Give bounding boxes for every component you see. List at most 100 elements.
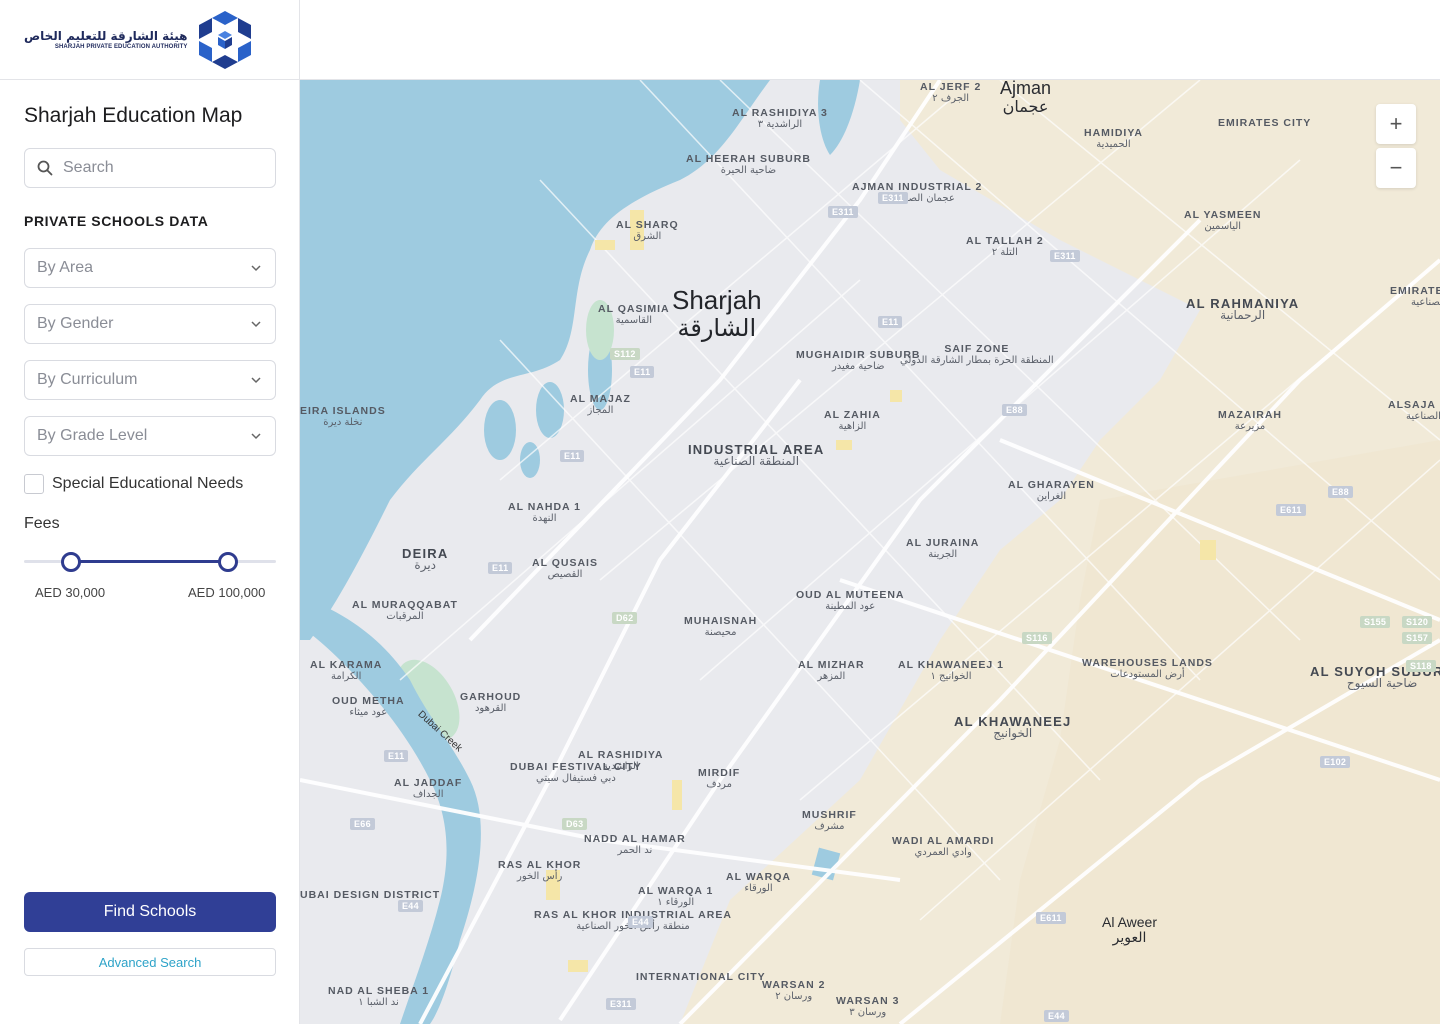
map-place-label: AL KHAWANEEJ 1 الخوانيج ١ (898, 660, 1004, 683)
place-name-ar: الشرق (633, 231, 662, 242)
gender-dropdown-label: By Gender (37, 315, 114, 332)
search-box[interactable] (24, 148, 276, 188)
place-name-ar: العوير (1112, 930, 1147, 946)
map-view[interactable]: + − Ajman عجمان AL JERF 2 الجرف ٢ AL RASHIDI… (300, 80, 1440, 1024)
map-place-label: INDUSTRIAL AREA المنطقة الصناعية (688, 443, 824, 467)
place-name-en: NAD AL SHEBA 1 (328, 985, 430, 997)
place-name-en: AL SHARQ (616, 219, 679, 231)
chevron-down-icon (251, 433, 261, 440)
place-name-en: MIRDIF (698, 767, 741, 779)
search-input[interactable] (63, 159, 253, 177)
place-name-ar: المزهر (817, 671, 846, 682)
map-place-label: AL JURAINA الجرينة (906, 538, 979, 561)
road-shield: D63 (562, 818, 588, 830)
slider-max-handle[interactable] (218, 552, 238, 572)
road-shield: D62 (612, 612, 638, 624)
place-name-en: AL YASMEEN (1184, 209, 1262, 221)
grade-level-dropdown-label: By Grade Level (37, 427, 148, 444)
place-name-en: AL MAJAZ (570, 393, 631, 405)
place-name-ar: محيصنة (704, 627, 737, 638)
place-name-ar: أرض المستودعات (1110, 669, 1185, 680)
zoom-in-button[interactable]: + (1376, 104, 1416, 144)
place-name-en: MAZAIRAH (1218, 409, 1282, 421)
map-place-label: AL GHARAYEN الغراين (1008, 480, 1095, 503)
map-place-label: AL MURAQQABAT المرقبات (352, 600, 458, 623)
road-shield: S116 (1022, 632, 1052, 644)
fees-range-slider[interactable] (24, 552, 276, 572)
find-schools-button[interactable]: Find Schools (24, 892, 276, 932)
place-name-ar: الغراين (1036, 491, 1067, 502)
place-name-en: AL JURAINA (906, 537, 980, 549)
road-shield: E88 (1002, 404, 1027, 416)
map-place-label: NAD AL SHEBA 1 ند الشبا ١ (328, 986, 429, 1009)
place-name-ar: مدينة الإمارات الصناعية (1411, 297, 1440, 308)
place-name-en: AL MURAQQABAT (352, 599, 458, 611)
gender-dropdown[interactable]: By Gender (24, 304, 276, 344)
place-name-en: AL JERF 2 (920, 81, 982, 93)
map-place-label: AL SHARQ الشرق (616, 220, 679, 243)
logo-english-text: SHARJAH PRIVATE EDUCATION AUTHORITY (54, 43, 188, 50)
map-place-label: DEIRA ديرة (402, 547, 448, 571)
sidebar: هيئة الشارقة للتعليم الخاص SHARJAH PRIVA… (0, 0, 300, 1024)
place-name-ar: الراشدية ٣ (757, 119, 803, 130)
place-name-ar: الكرامة (331, 671, 362, 682)
place-name-en: DUBAI FESTIVAL CITY (510, 761, 642, 773)
place-name-ar: الصجعة الصناعية (1405, 411, 1440, 422)
map-place-label: AL JERF 2 الجرف ٢ (920, 82, 981, 105)
place-name-en: AL KHAWANEEJ 1 (898, 659, 1004, 671)
curriculum-dropdown[interactable]: By Curriculum (24, 360, 276, 400)
place-name-en: ALSAJA INDUSTR (1388, 399, 1440, 411)
logo-bar: هيئة الشارقة للتعليم الخاص SHARJAH PRIVA… (0, 0, 299, 80)
road-shield: E11 (384, 750, 409, 762)
place-name-ar: التلة ٢ (991, 247, 1018, 258)
place-name-en: SAIF ZONE (944, 343, 1010, 355)
zoom-out-button[interactable]: − (1376, 148, 1416, 188)
place-name-ar: ضاحية الحيرة (720, 165, 777, 176)
place-name-en: MUSHRIF (802, 809, 857, 821)
place-name-ar: المجاز (587, 405, 614, 416)
map-place-label: SAIF ZONE المنطقة الحرة بمطار الشارقة الد… (900, 344, 1054, 367)
place-name-en: MUHAISNAH (684, 615, 758, 627)
section-label: PRIVATE SCHOOLS DATA (24, 213, 209, 229)
top-bar (300, 0, 1440, 80)
map-place-label: INTERNATIONAL CITY (636, 972, 766, 983)
advanced-search-button[interactable]: Advanced Search (24, 948, 276, 976)
road-shield: S155 (1360, 616, 1391, 628)
slider-min-handle[interactable] (61, 552, 81, 572)
place-name-en: AL HEERAH SUBURB (686, 153, 811, 165)
road-shield: E11 (560, 450, 585, 462)
map-place-label: HAMIDIYA الحميدية (1084, 128, 1143, 151)
map-place-label: AL KHAWANEEJ الخوانيج (954, 715, 1071, 739)
map-place-label: AL QUSAIS القصيص (532, 558, 598, 581)
place-name-en: AL ZAHIA (824, 409, 881, 421)
place-name-en: EMIRATES CITY (1218, 117, 1312, 129)
special-needs-checkbox[interactable] (24, 474, 44, 494)
place-name-en: RAS AL KHOR (498, 859, 582, 871)
place-name-ar: الزاهية (838, 421, 867, 432)
fees-max-value: AED 100,000 (188, 585, 266, 600)
place-name-ar: ورسان ٢ (775, 991, 813, 1002)
special-needs-label[interactable]: Special Educational Needs (52, 475, 243, 493)
place-name-en: AL QASIMIA (598, 303, 670, 315)
chevron-down-icon (251, 321, 261, 328)
place-name-ar: وادي العمردي (914, 847, 972, 858)
place-name-ar: المنطقة الحرة بمطار الشارقة الدولي (900, 355, 1054, 366)
map-place-label: EMIRATES INDUSTRIALمدينة الإمارات الصناع… (1390, 286, 1440, 309)
road-shield: E11 (488, 562, 513, 574)
map-place-label: EIRA ISLANDS نخلة ديرة (300, 406, 386, 429)
place-name-ar: عجمان الصناعية ٢ (880, 193, 955, 204)
road-shield: E88 (1328, 486, 1353, 498)
place-name-en: AL NAHDA 1 (508, 501, 582, 513)
place-name-ar: الخوانيج ١ (930, 671, 972, 682)
road-shield: E11 (630, 366, 655, 378)
map-place-label: Ajman عجمان (1000, 80, 1051, 116)
map-place-label: DUBAI FESTIVAL CITY دبي فستيفال سيتي (510, 762, 642, 785)
place-name-en: AL RASHIDIYA 3 (732, 107, 828, 119)
logo-text: هيئة الشارقة للتعليم الخاص SHARJAH PRIVA… (24, 29, 188, 51)
area-dropdown[interactable]: By Area (24, 248, 276, 288)
grade-level-dropdown[interactable]: By Grade Level (24, 416, 276, 456)
map-place-label: AL HEERAH SUBURB ضاحية الحيرة (686, 154, 811, 177)
place-name-en: AL TALLAH 2 (966, 235, 1044, 247)
map-place-label: OUD METHA عود ميثاء (332, 696, 405, 719)
place-name-ar: القصيص (547, 569, 583, 580)
